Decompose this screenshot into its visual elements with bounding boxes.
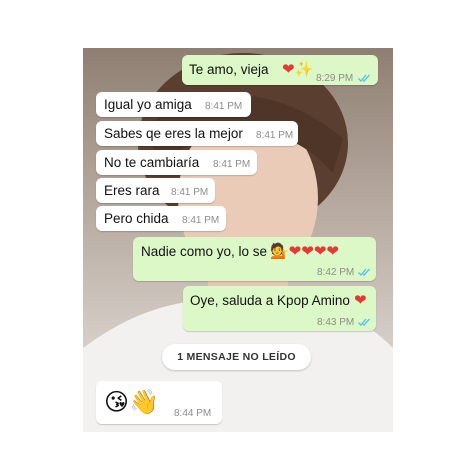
message-time: 8:29 PM — [316, 73, 354, 84]
message-time: 8:41 PM — [213, 159, 251, 170]
message-bubble-incoming[interactable]: Pero chida 8:41 PM — [96, 206, 226, 231]
message-time: 8:43 PM — [317, 317, 355, 328]
message-bubble-incoming[interactable]: No te cambiaría 8:41 PM — [96, 150, 257, 175]
kiss-wave-emoji: 😘👋 — [104, 388, 159, 416]
message-text: Igual yo amiga — [104, 97, 192, 112]
message-time: 8:42 PM — [317, 267, 355, 278]
message-text: Eres rara — [104, 183, 160, 198]
message-text: Sabes qe eres la mejor — [104, 126, 243, 141]
message-bubble-outgoing[interactable]: Oye, saluda a Kpop Amino ❤ 8:43 PM — [183, 286, 376, 331]
heart-emoji: ❤ — [354, 292, 367, 309]
message-time: 8:44 PM — [174, 408, 212, 419]
heart-emojis: 💁❤❤❤❤ — [270, 243, 339, 260]
unread-messages-divider: 1 MENSAJE NO LEÍDO — [162, 344, 311, 370]
message-bubble-incoming[interactable]: Igual yo amiga 8:41 PM — [96, 92, 251, 117]
message-time: 8:41 PM — [256, 130, 294, 141]
message-text: Te amo, vieja — [189, 62, 269, 77]
message-time: 8:41 PM — [171, 187, 209, 198]
message-time: 8:41 PM — [182, 215, 220, 226]
message-text: No te cambiaría — [104, 155, 200, 170]
read-double-check-icon — [358, 74, 370, 82]
message-time: 8:41 PM — [205, 101, 243, 112]
message-bubble-incoming[interactable]: Sabes qe eres la mejor 8:41 PM — [96, 121, 298, 146]
heart-sparkles-emoji: ❤✨ — [282, 61, 314, 78]
message-bubble-incoming[interactable]: Eres rara 8:41 PM — [96, 178, 215, 203]
message-text: Nadie como yo, lo se — [141, 244, 268, 259]
message-text: Pero chida — [104, 211, 169, 226]
read-double-check-icon — [358, 268, 370, 276]
message-bubble-outgoing[interactable]: Te amo, vieja ❤✨ 8:29 PM — [182, 55, 378, 85]
chat-background: Te amo, vieja ❤✨ 8:29 PM Igual yo amiga … — [83, 48, 393, 432]
read-double-check-icon — [358, 318, 370, 326]
unread-divider-label: 1 MENSAJE NO LEÍDO — [177, 351, 296, 363]
message-bubble-incoming[interactable]: 😘👋 8:44 PM — [96, 381, 222, 424]
message-text: Oye, saluda a Kpop Amino — [190, 293, 350, 308]
message-bubble-outgoing[interactable]: Nadie como yo, lo se 💁❤❤❤❤ 8:42 PM — [133, 237, 376, 281]
